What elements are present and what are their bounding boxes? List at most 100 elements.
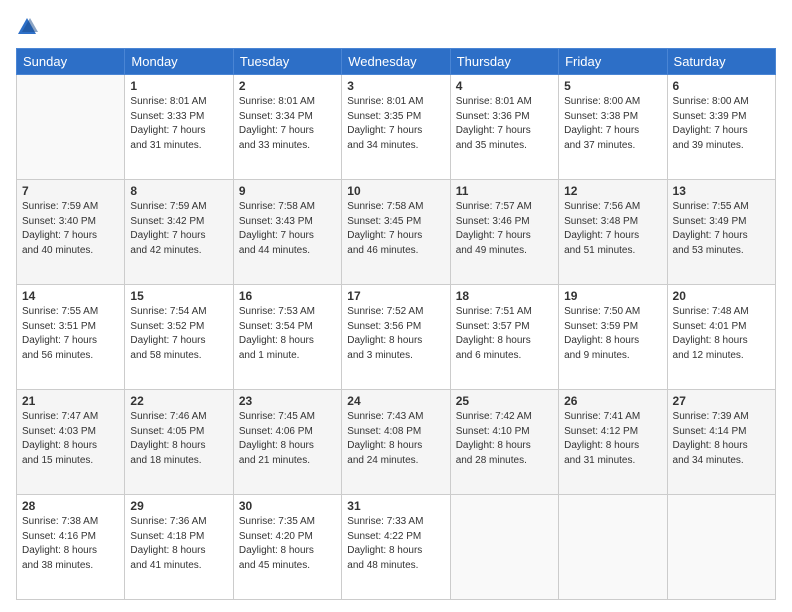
calendar-cell: 21Sunrise: 7:47 AMSunset: 4:03 PMDayligh… bbox=[17, 390, 125, 495]
day-number: 20 bbox=[673, 289, 770, 303]
day-number: 18 bbox=[456, 289, 553, 303]
week-row-5: 28Sunrise: 7:38 AMSunset: 4:16 PMDayligh… bbox=[17, 495, 776, 600]
day-number: 25 bbox=[456, 394, 553, 408]
day-number: 12 bbox=[564, 184, 661, 198]
day-number: 5 bbox=[564, 79, 661, 93]
calendar-cell: 27 Sunrise: 7:39 AMSunset: 4:14 PMDayligh… bbox=[667, 390, 775, 495]
calendar-cell: 2Sunrise: 8:01 AMSunset: 3:34 PMDaylight… bbox=[233, 75, 341, 180]
day-number: 15 bbox=[130, 289, 227, 303]
calendar-cell: 5 Sunrise: 8:00 AMSunset: 3:38 PMDaylight… bbox=[559, 75, 667, 180]
day-info: Sunrise: 8:01 AMSunset: 3:36 PMDaylight:… bbox=[456, 95, 553, 153]
day-info: Sunrise: 7:48 AMSunset: 4:01 PMDaylight:… bbox=[673, 305, 770, 363]
day-number: 16 bbox=[239, 289, 336, 303]
day-info: Sunrise: 7:51 AMSunset: 3:57 PMDaylight:… bbox=[456, 305, 553, 363]
day-info: Sunrise: 7:41 AMSunset: 4:12 PMDaylight:… bbox=[564, 410, 661, 468]
weekday-header-tuesday: Tuesday bbox=[233, 49, 341, 75]
calendar-cell: 7 Sunrise: 7:59 AMSunset: 3:40 PMDaylight… bbox=[17, 180, 125, 285]
weekday-header-monday: Monday bbox=[125, 49, 233, 75]
calendar-cell: 3 Sunrise: 8:01 AMSunset: 3:35 PMDaylight… bbox=[342, 75, 450, 180]
day-number: 23 bbox=[239, 394, 336, 408]
day-number: 14 bbox=[22, 289, 119, 303]
calendar-cell: 30 Sunrise: 7:35 AMSunset: 4:20 PMDayligh… bbox=[233, 495, 341, 600]
day-info: Sunrise: 7:42 AMSunset: 4:10 PMDaylight:… bbox=[456, 410, 553, 468]
calendar-cell: 11 Sunrise: 7:57 AMSunset: 3:46 PMDayligh… bbox=[450, 180, 558, 285]
day-info: Sunrise: 7:33 AMSunset: 4:22 PMDaylight:… bbox=[347, 515, 444, 573]
day-number: 7 bbox=[22, 184, 119, 198]
day-number: 8 bbox=[130, 184, 227, 198]
day-info: Sunrise: 7:59 AMSunset: 3:42 PMDaylight:… bbox=[130, 200, 227, 258]
day-info: Sunrise: 8:00 AMSunset: 3:38 PMDaylight:… bbox=[564, 95, 661, 153]
day-info: Sunrise: 7:55 AMSunset: 3:51 PMDaylight:… bbox=[22, 305, 119, 363]
calendar-cell: 24 Sunrise: 7:43 AMSunset: 4:08 PMDayligh… bbox=[342, 390, 450, 495]
day-info: Sunrise: 7:43 AMSunset: 4:08 PMDaylight:… bbox=[347, 410, 444, 468]
day-number: 4 bbox=[456, 79, 553, 93]
day-info: Sunrise: 7:46 AMSunset: 4:05 PMDaylight:… bbox=[130, 410, 227, 468]
calendar-page: SundayMondayTuesdayWednesdayThursdayFrid… bbox=[0, 0, 792, 612]
calendar-cell bbox=[450, 495, 558, 600]
day-info: Sunrise: 7:45 AMSunset: 4:06 PMDaylight:… bbox=[239, 410, 336, 468]
day-number: 6 bbox=[673, 79, 770, 93]
day-number: 27 bbox=[673, 394, 770, 408]
calendar-cell bbox=[559, 495, 667, 600]
day-info: Sunrise: 7:57 AMSunset: 3:46 PMDaylight:… bbox=[456, 200, 553, 258]
day-number: 28 bbox=[22, 499, 119, 513]
calendar-cell: 16Sunrise: 7:53 AMSunset: 3:54 PMDayligh… bbox=[233, 285, 341, 390]
day-number: 17 bbox=[347, 289, 444, 303]
weekday-header-friday: Friday bbox=[559, 49, 667, 75]
day-info: Sunrise: 7:35 AMSunset: 4:20 PMDaylight:… bbox=[239, 515, 336, 573]
day-info: Sunrise: 7:47 AMSunset: 4:03 PMDaylight:… bbox=[22, 410, 119, 468]
day-info: Sunrise: 7:54 AMSunset: 3:52 PMDaylight:… bbox=[130, 305, 227, 363]
week-row-2: 7 Sunrise: 7:59 AMSunset: 3:40 PMDaylight… bbox=[17, 180, 776, 285]
day-number: 2 bbox=[239, 79, 336, 93]
day-number: 19 bbox=[564, 289, 661, 303]
day-info: Sunrise: 7:59 AMSunset: 3:40 PMDaylight:… bbox=[22, 200, 119, 258]
day-info: Sunrise: 7:36 AMSunset: 4:18 PMDaylight:… bbox=[130, 515, 227, 573]
week-row-3: 14 Sunrise: 7:55 AMSunset: 3:51 PMDayligh… bbox=[17, 285, 776, 390]
calendar-cell: 31 Sunrise: 7:33 AMSunset: 4:22 PMDayligh… bbox=[342, 495, 450, 600]
day-info: Sunrise: 7:56 AMSunset: 3:48 PMDaylight:… bbox=[564, 200, 661, 258]
weekday-header-sunday: Sunday bbox=[17, 49, 125, 75]
weekday-header-thursday: Thursday bbox=[450, 49, 558, 75]
header bbox=[16, 16, 776, 38]
day-number: 13 bbox=[673, 184, 770, 198]
calendar-cell: 14 Sunrise: 7:55 AMSunset: 3:51 PMDayligh… bbox=[17, 285, 125, 390]
day-info: Sunrise: 8:01 AMSunset: 3:35 PMDaylight:… bbox=[347, 95, 444, 153]
day-number: 10 bbox=[347, 184, 444, 198]
weekday-header-saturday: Saturday bbox=[667, 49, 775, 75]
day-number: 31 bbox=[347, 499, 444, 513]
week-row-4: 21Sunrise: 7:47 AMSunset: 4:03 PMDayligh… bbox=[17, 390, 776, 495]
day-number: 30 bbox=[239, 499, 336, 513]
week-row-1: 1Sunrise: 8:01 AMSunset: 3:33 PMDaylight… bbox=[17, 75, 776, 180]
calendar-cell: 23 Sunrise: 7:45 AMSunset: 4:06 PMDayligh… bbox=[233, 390, 341, 495]
calendar-cell: 8 Sunrise: 7:59 AMSunset: 3:42 PMDaylight… bbox=[125, 180, 233, 285]
day-number: 3 bbox=[347, 79, 444, 93]
day-info: Sunrise: 7:39 AMSunset: 4:14 PMDaylight:… bbox=[673, 410, 770, 468]
day-number: 11 bbox=[456, 184, 553, 198]
calendar-cell: 13 Sunrise: 7:55 AMSunset: 3:49 PMDayligh… bbox=[667, 180, 775, 285]
weekday-header-row: SundayMondayTuesdayWednesdayThursdayFrid… bbox=[17, 49, 776, 75]
logo bbox=[16, 16, 42, 38]
day-number: 24 bbox=[347, 394, 444, 408]
logo-icon bbox=[16, 16, 38, 38]
day-info: Sunrise: 7:55 AMSunset: 3:49 PMDaylight:… bbox=[673, 200, 770, 258]
calendar-cell: 20 Sunrise: 7:48 AMSunset: 4:01 PMDayligh… bbox=[667, 285, 775, 390]
weekday-header-wednesday: Wednesday bbox=[342, 49, 450, 75]
day-info: Sunrise: 8:00 AMSunset: 3:39 PMDaylight:… bbox=[673, 95, 770, 153]
calendar-cell: 28Sunrise: 7:38 AMSunset: 4:16 PMDayligh… bbox=[17, 495, 125, 600]
calendar-cell: 10Sunrise: 7:58 AMSunset: 3:45 PMDayligh… bbox=[342, 180, 450, 285]
calendar-cell: 26 Sunrise: 7:41 AMSunset: 4:12 PMDayligh… bbox=[559, 390, 667, 495]
day-info: Sunrise: 7:52 AMSunset: 3:56 PMDaylight:… bbox=[347, 305, 444, 363]
calendar-cell: 18 Sunrise: 7:51 AMSunset: 3:57 PMDayligh… bbox=[450, 285, 558, 390]
day-info: Sunrise: 7:58 AMSunset: 3:43 PMDaylight:… bbox=[239, 200, 336, 258]
day-number: 9 bbox=[239, 184, 336, 198]
calendar-cell: 1Sunrise: 8:01 AMSunset: 3:33 PMDaylight… bbox=[125, 75, 233, 180]
calendar-table: SundayMondayTuesdayWednesdayThursdayFrid… bbox=[16, 48, 776, 600]
calendar-cell: 25 Sunrise: 7:42 AMSunset: 4:10 PMDayligh… bbox=[450, 390, 558, 495]
calendar-cell: 29 Sunrise: 7:36 AMSunset: 4:18 PMDayligh… bbox=[125, 495, 233, 600]
day-number: 22 bbox=[130, 394, 227, 408]
calendar-cell: 12 Sunrise: 7:56 AMSunset: 3:48 PMDayligh… bbox=[559, 180, 667, 285]
day-number: 26 bbox=[564, 394, 661, 408]
day-number: 29 bbox=[130, 499, 227, 513]
calendar-cell: 6 Sunrise: 8:00 AMSunset: 3:39 PMDaylight… bbox=[667, 75, 775, 180]
day-number: 1 bbox=[130, 79, 227, 93]
